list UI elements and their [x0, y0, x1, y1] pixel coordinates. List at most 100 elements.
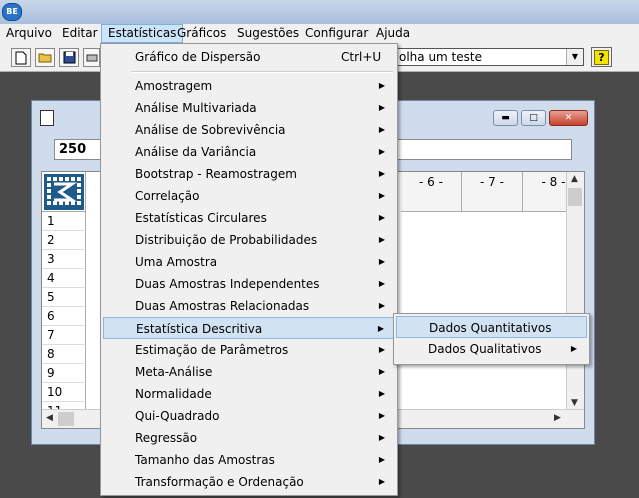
help-button[interactable]: ? — [591, 47, 612, 67]
scroll-thumb[interactable] — [568, 188, 582, 206]
menu-item-label: Duas Amostras Relacionadas — [135, 299, 310, 313]
menu-item-amostragem[interactable]: Amostragem ▶ — [103, 75, 395, 97]
row-header[interactable]: 4 — [42, 269, 86, 288]
submenu-arrow-icon: ▶ — [378, 81, 385, 90]
menu-sugestoes[interactable]: Sugestões — [231, 24, 305, 43]
menu-item-regressao[interactable]: Regressão ▶ — [103, 427, 395, 449]
menu-item-dados-qualitativos[interactable]: Dados Qualitativos ▶ — [396, 338, 587, 360]
row-header[interactable]: 8 — [42, 345, 86, 364]
row-header[interactable]: 7 — [42, 326, 86, 345]
menu-item-label: Correlação — [135, 189, 200, 203]
menu-item-duas-amostras-independentes[interactable]: Duas Amostras Independentes ▶ — [103, 273, 395, 295]
menu-item-label: Amostragem — [135, 79, 213, 93]
menu-item-analise-sobrevivencia[interactable]: Análise de Sobrevivência ▶ — [103, 119, 395, 141]
menu-graficos[interactable]: Gráficos — [171, 24, 232, 43]
menu-item-dados-quantitativos[interactable]: Dados Quantitativos — [396, 316, 587, 338]
menu-item-label: Normalidade — [135, 387, 212, 401]
print-button[interactable] — [83, 48, 100, 67]
menu-item-bootstrap[interactable]: Bootstrap - Reamostragem ▶ — [103, 163, 395, 185]
menu-item-uma-amostra[interactable]: Uma Amostra ▶ — [103, 251, 395, 273]
submenu-arrow-icon: ▶ — [378, 367, 385, 376]
menu-arquivo[interactable]: Arquivo — [0, 24, 58, 43]
app-icon[interactable]: BE — [2, 3, 22, 21]
open-file-button[interactable] — [35, 48, 55, 67]
submenu-arrow-icon: ▶ — [378, 389, 385, 398]
menu-item-label: Análise da Variância — [135, 145, 257, 159]
menu-item-distribuicao-probabilidades[interactable]: Distribuição de Probabilidades ▶ — [103, 229, 395, 251]
menu-item-label: Gráfico de Dispersão — [135, 50, 261, 64]
menu-item-transformacao-ordenacao[interactable]: Transformação e Ordenação ▶ — [103, 471, 395, 493]
menu-item-label: Análise de Sobrevivência — [135, 123, 286, 137]
menu-item-estatistica-descritiva[interactable]: Estatística Descritiva ▶ — [103, 317, 395, 339]
menu-item-label: Transformação e Ordenação — [135, 475, 304, 489]
menu-item-label: Qui-Quadrado — [135, 409, 220, 423]
scroll-down-icon[interactable]: ▼ — [571, 398, 578, 408]
chevron-down-icon[interactable]: ▼ — [566, 49, 583, 65]
column-header-7[interactable]: - 7 - — [462, 172, 523, 212]
scroll-right-icon[interactable]: ▶ — [554, 413, 561, 423]
submenu-arrow-icon: ▶ — [378, 345, 385, 354]
close-button[interactable]: ✕ — [549, 110, 588, 126]
menu-item-analise-multivariada[interactable]: Análise Multivariada ▶ — [103, 97, 395, 119]
row-header[interactable]: 5 — [42, 288, 86, 307]
menu-item-label: Uma Amostra — [135, 255, 218, 269]
estatistica-descritiva-submenu: Dados Quantitativos Dados Qualitativos ▶ — [393, 313, 590, 365]
menu-item-correlacao[interactable]: Correlação ▶ — [103, 185, 395, 207]
scroll-left-icon[interactable]: ◀ — [46, 413, 53, 423]
submenu-arrow-icon: ▶ — [378, 455, 385, 464]
menu-editar[interactable]: Editar — [56, 24, 104, 43]
menu-item-label: Estatísticas Circulares — [135, 211, 267, 225]
floppy-icon — [63, 51, 75, 64]
menu-item-duas-amostras-relacionadas[interactable]: Duas Amostras Relacionadas ▶ — [103, 295, 395, 317]
title-bar: BE — [0, 0, 639, 25]
grid-corner[interactable] — [42, 172, 86, 212]
hscroll-thumb[interactable] — [58, 412, 74, 426]
menu-item-meta-analise[interactable]: Meta-Análise ▶ — [103, 361, 395, 383]
menu-item-label: Regressão — [135, 431, 198, 445]
menu-item-label: Distribuição de Probabilidades — [135, 233, 318, 247]
new-file-icon — [15, 51, 27, 65]
menu-item-grafico-dispersao[interactable]: Gráfico de Dispersão Ctrl+U — [103, 46, 395, 68]
menu-configurar[interactable]: Configurar — [299, 24, 374, 43]
vertical-scrollbar[interactable]: ▲ ▼ — [566, 172, 584, 410]
row-header[interactable]: 9 — [42, 364, 86, 383]
maximize-button[interactable]: □ — [521, 110, 546, 126]
submenu-arrow-icon: ▶ — [378, 301, 385, 310]
menu-item-label: Estimação de Parâmetros — [135, 343, 289, 357]
row-header[interactable]: 6 — [42, 307, 86, 326]
scroll-up-icon[interactable]: ▲ — [571, 174, 578, 184]
menu-item-normalidade[interactable]: Normalidade ▶ — [103, 383, 395, 405]
menu-item-label: Meta-Análise — [135, 365, 213, 379]
submenu-arrow-icon: ▶ — [378, 191, 385, 200]
menu-item-analise-variancia[interactable]: Análise da Variância ▶ — [103, 141, 395, 163]
shortcut-label: Ctrl+U — [341, 50, 382, 64]
submenu-arrow-icon: ▶ — [378, 279, 385, 288]
menu-item-estimacao-parametros[interactable]: Estimação de Parâmetros ▶ — [103, 339, 395, 361]
minimize-button[interactable]: ▬ — [493, 110, 518, 126]
menu-item-label: Estatística Descritiva — [136, 322, 263, 336]
menu-ajuda[interactable]: Ajuda — [370, 24, 416, 43]
menu-item-label: Análise Multivariada — [135, 101, 257, 115]
document-icon[interactable] — [40, 110, 54, 126]
menu-item-tamanho-amostras[interactable]: Tamanho das Amostras ▶ — [103, 449, 395, 471]
row-header[interactable]: 1 — [42, 212, 86, 231]
menu-item-label: Tamanho das Amostras — [135, 453, 275, 467]
help-icon: ? — [594, 50, 609, 65]
column-header-6[interactable]: - 6 - — [401, 172, 462, 212]
test-select-value: olha um teste — [399, 50, 482, 64]
menu-item-estatisticas-circulares[interactable]: Estatísticas Circulares ▶ — [103, 207, 395, 229]
menu-item-label: Duas Amostras Independentes — [135, 277, 320, 291]
submenu-arrow-icon: ▶ — [378, 257, 385, 266]
submenu-arrow-icon: ▶ — [378, 125, 385, 134]
submenu-arrow-icon: ▶ — [378, 103, 385, 112]
submenu-arrow-icon: ▶ — [378, 235, 385, 244]
row-header[interactable]: 3 — [42, 250, 86, 269]
test-select[interactable]: olha um teste ▼ — [396, 48, 584, 66]
row-header[interactable]: 2 — [42, 231, 86, 250]
row-header[interactable]: 10 — [42, 383, 86, 402]
menu-item-label: Bootstrap - Reamostragem — [135, 167, 297, 181]
save-button[interactable] — [59, 48, 79, 67]
menu-item-qui-quadrado[interactable]: Qui-Quadrado ▶ — [103, 405, 395, 427]
submenu-arrow-icon: ▶ — [570, 344, 577, 353]
new-file-button[interactable] — [11, 48, 31, 67]
